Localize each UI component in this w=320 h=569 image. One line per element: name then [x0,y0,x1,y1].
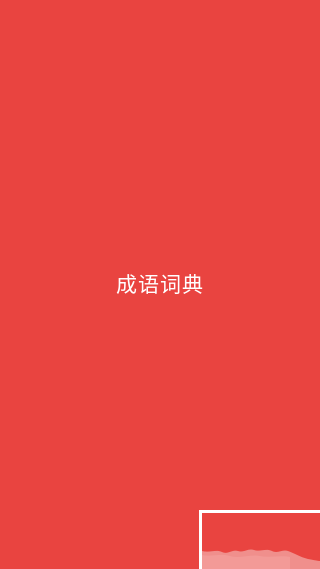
splash-screen: 成语词典 [0,0,320,569]
app-title: 成语词典 [116,273,204,297]
corner-badge [199,510,320,569]
wave-logo-icon [202,513,320,569]
